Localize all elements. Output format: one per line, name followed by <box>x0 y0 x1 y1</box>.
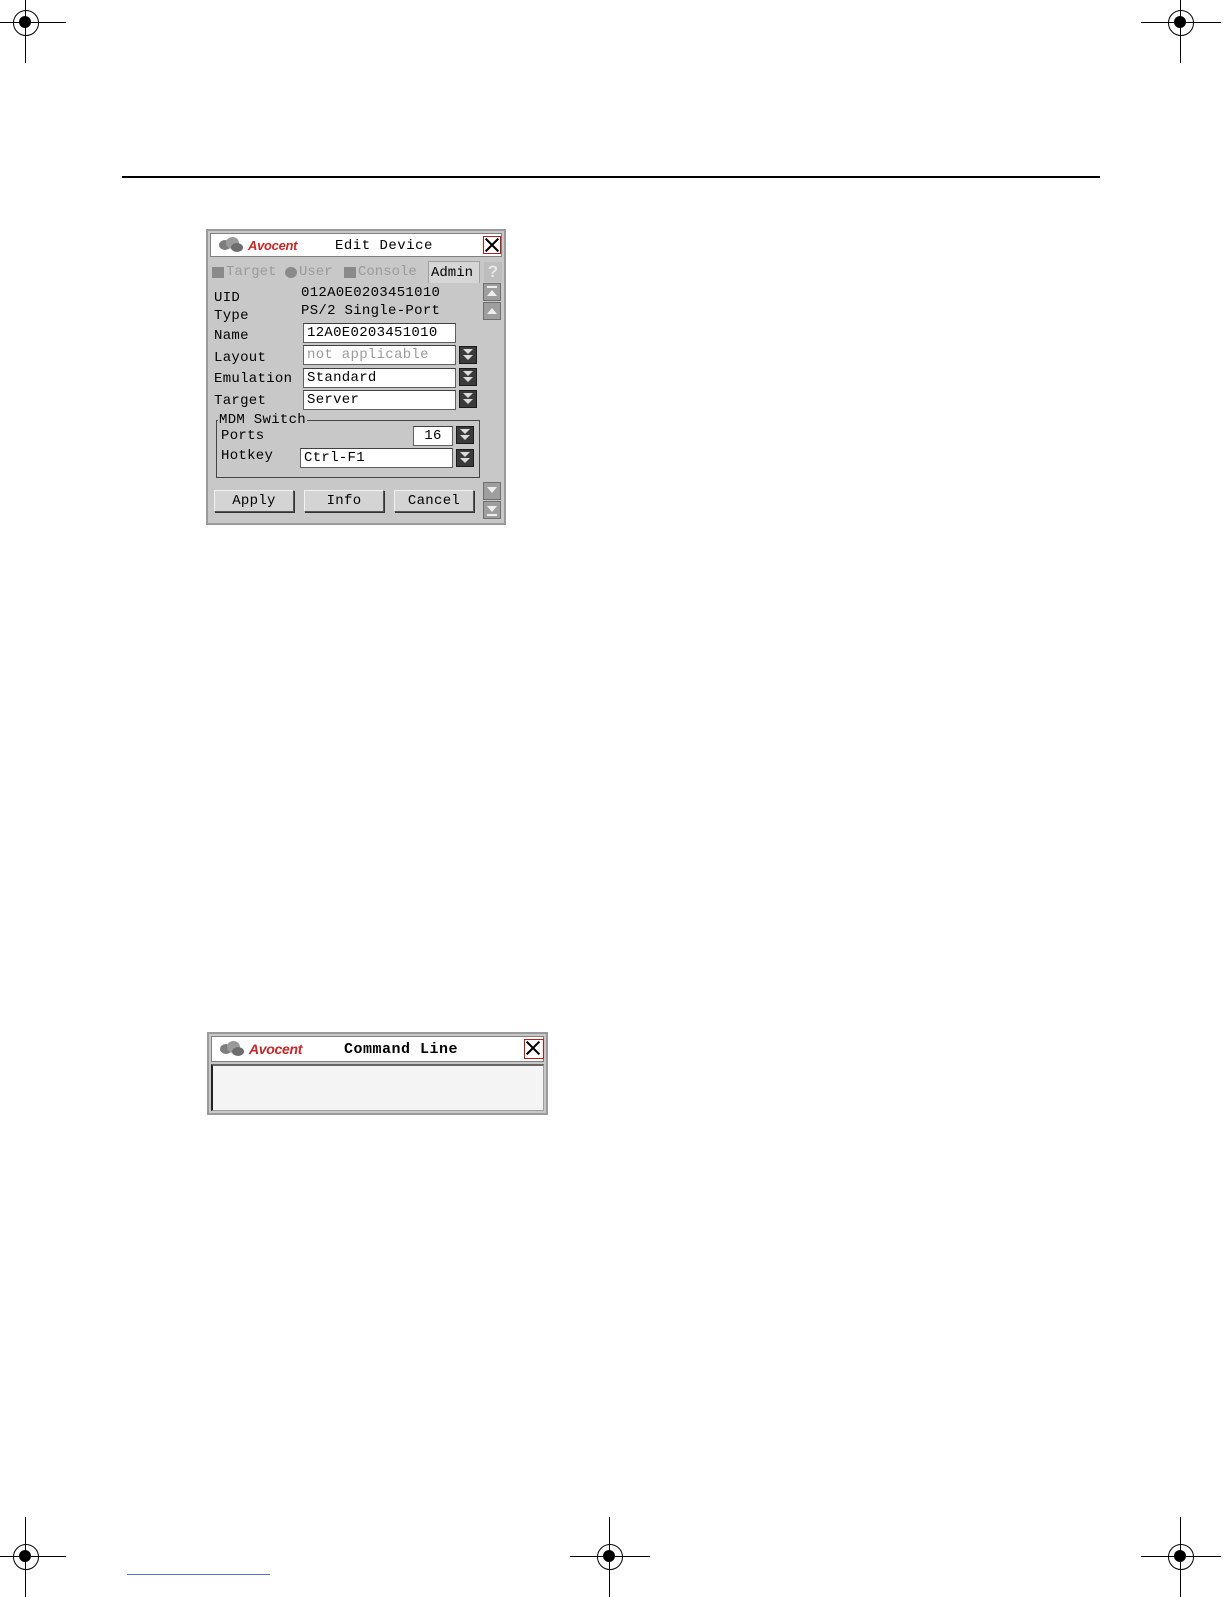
dropdown-arrow-icon[interactable] <box>456 426 474 444</box>
emulation-label: Emulation <box>214 371 293 387</box>
target-label: Target <box>214 393 267 409</box>
uid-value: 012A0E0203451010 <box>301 285 441 301</box>
ports-label: Ports <box>221 428 265 444</box>
scroll-top-icon[interactable] <box>483 283 501 301</box>
command-input[interactable] <box>211 1064 544 1111</box>
command-line-window: Avocent Command Line <box>207 1032 548 1115</box>
help-icon[interactable]: ? <box>484 262 502 282</box>
target-select[interactable]: Server <box>303 390 456 410</box>
brand-name: Avocent <box>248 237 298 253</box>
tab-admin[interactable]: Admin <box>428 261 480 283</box>
info-button[interactable]: Info <box>304 490 384 512</box>
uid-label: UID <box>214 290 241 306</box>
hotkey-label: Hotkey <box>221 448 274 464</box>
avocent-logo-icon: Avocent <box>219 237 298 253</box>
footer-link-underline <box>127 1574 270 1575</box>
name-label: Name <box>214 328 249 344</box>
dropdown-arrow-icon[interactable] <box>456 449 474 467</box>
dropdown-arrow-icon[interactable] <box>459 368 477 386</box>
apply-button[interactable]: Apply <box>214 490 294 512</box>
title-bar: Avocent Command Line <box>211 1036 544 1062</box>
cancel-button[interactable]: Cancel <box>394 490 474 512</box>
scroll-up-icon[interactable] <box>483 302 501 320</box>
dropdown-arrow-icon[interactable] <box>459 346 477 364</box>
target-tab-icon <box>212 266 224 278</box>
layout-select[interactable]: not applicable <box>303 345 456 365</box>
title-bar: Avocent Edit Device <box>210 233 502 257</box>
dropdown-arrow-icon[interactable] <box>459 390 477 408</box>
scroll-down-icon[interactable] <box>483 482 501 500</box>
header-rule <box>122 176 1100 178</box>
registration-mark-icon <box>0 0 66 63</box>
window-title: Edit Device <box>335 238 433 254</box>
hotkey-select[interactable]: Ctrl-F1 <box>300 448 453 468</box>
type-label: Type <box>214 308 249 324</box>
scroll-bottom-icon[interactable] <box>483 501 501 519</box>
close-icon[interactable] <box>483 236 501 254</box>
window-title: Command Line <box>344 1041 459 1058</box>
registration-mark-icon <box>570 1517 650 1597</box>
registration-mark-icon <box>0 1517 66 1597</box>
tab-target[interactable]: Target <box>212 261 282 283</box>
registration-mark-icon <box>1141 1517 1221 1597</box>
layout-label: Layout <box>214 350 267 366</box>
tab-console[interactable]: Console <box>344 261 428 283</box>
brand-name: Avocent <box>249 1041 303 1057</box>
registration-mark-icon <box>1141 0 1221 63</box>
type-value: PS/2 Single-Port <box>301 303 441 319</box>
emulation-select[interactable]: Standard <box>303 368 456 388</box>
name-field[interactable]: 12A0E0203451010 <box>303 323 456 343</box>
close-icon[interactable] <box>524 1039 544 1059</box>
edit-device-window: Avocent Edit Device Target User Console … <box>206 229 506 525</box>
avocent-logo-icon: Avocent <box>220 1041 302 1057</box>
user-tab-icon <box>285 266 297 278</box>
mdm-switch-legend: MDM Switch <box>218 412 308 428</box>
tab-user[interactable]: User <box>285 261 341 283</box>
ports-select[interactable]: 16 <box>413 426 453 446</box>
console-tab-icon <box>344 266 356 278</box>
